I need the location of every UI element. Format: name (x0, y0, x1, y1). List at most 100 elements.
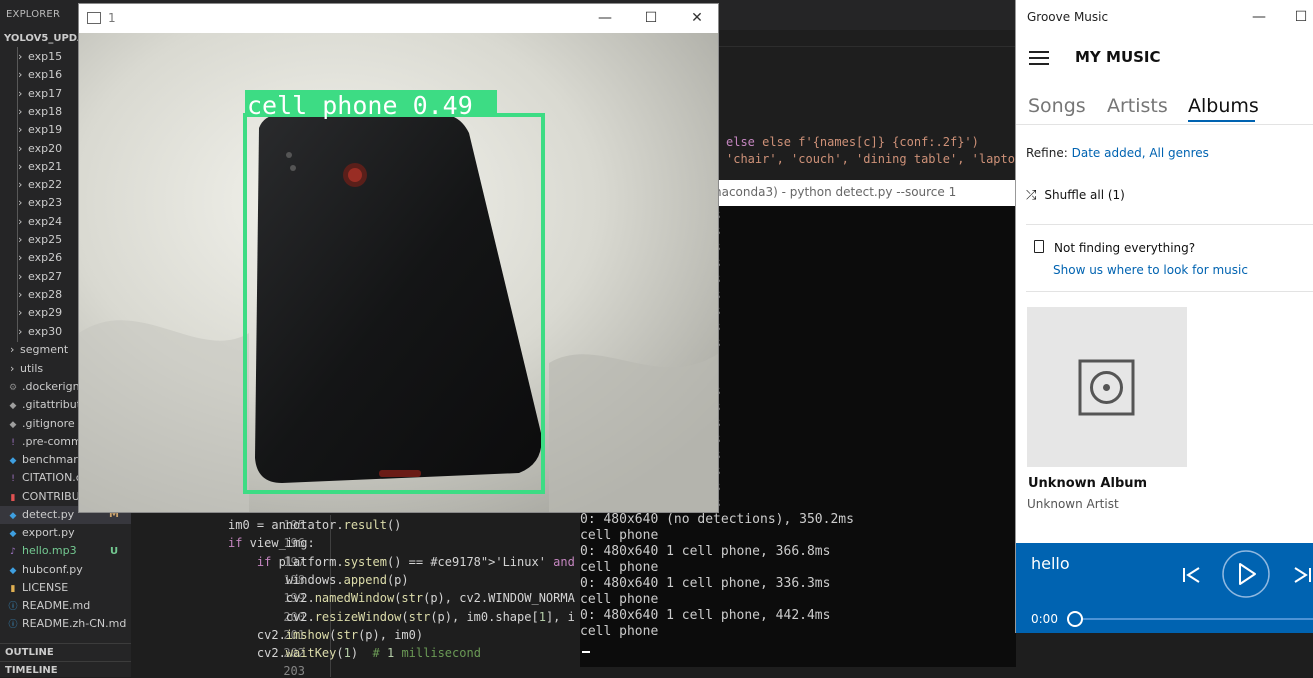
folder-item[interactable]: › exp29 (18, 304, 62, 322)
section-divider (1026, 224, 1313, 225)
file-label: README.md (22, 599, 91, 612)
file-label: README.zh-CN.md (22, 617, 127, 631)
file-item[interactable]: ▮ CONTRIBUT (8, 488, 87, 506)
file-item[interactable]: ⓘ README.md (8, 597, 90, 615)
folder-item[interactable]: › exp19 (18, 121, 62, 139)
page-title: MY MUSIC (1075, 48, 1161, 66)
file-label: .gitignore (22, 416, 75, 430)
folder-label: exp16 (28, 68, 63, 82)
file-item[interactable]: ♪ hello.mp3 (8, 542, 76, 560)
chevron-right-icon: › (18, 233, 23, 246)
chevron-right-icon: › (18, 86, 23, 100)
folder-item[interactable]: › exp20 (18, 140, 62, 158)
chevron-right-icon: › (18, 269, 23, 283)
tab-artists[interactable]: Artists (1107, 95, 1168, 117)
now-playing-title[interactable]: hello (1031, 554, 1070, 573)
folder-item[interactable]: › exp24 (18, 213, 62, 231)
window-title: 1 (108, 11, 116, 25)
folder-item[interactable]: › exp18 (18, 103, 62, 121)
info-icon: ! (11, 474, 15, 485)
opencv-image-window[interactable]: 1 — ☐ ✕ cell phone 0.49 (78, 3, 719, 513)
chevron-right-icon: › (18, 68, 23, 82)
shuffle-all-button[interactable]: ⤮ Shuffle all (1) (1026, 188, 1125, 203)
code-line: im0 = annotator.result() (228, 518, 402, 532)
album-name[interactable]: Unknown Album (1028, 476, 1147, 491)
folder-item[interactable]: › exp26 (18, 249, 62, 267)
folder-item[interactable]: › exp16 (18, 66, 62, 84)
album-tile[interactable] (1027, 307, 1187, 467)
file-item[interactable]: ! .pre-commit (8, 433, 89, 451)
license-icon: ▮ (10, 583, 16, 594)
hamburger-menu-icon[interactable] (1029, 51, 1049, 65)
previous-track-icon[interactable] (1180, 564, 1202, 586)
file-item[interactable]: ◆ hubconf.py (8, 561, 83, 579)
folder-segment[interactable]: › segment (10, 341, 68, 359)
window-titlebar[interactable]: 1 — ☐ ✕ (79, 4, 718, 33)
camera-lens (286, 152, 292, 158)
gear-icon: ⚙ (8, 383, 18, 393)
folder-item[interactable]: › exp17 (18, 85, 62, 103)
folder-item[interactable]: › exp28 (18, 286, 62, 304)
folder-item[interactable]: › exp27 (18, 268, 62, 286)
close-button[interactable]: ✕ (674, 4, 718, 33)
folder-label: exp28 (28, 287, 63, 301)
terminal-line: cell phone (580, 624, 659, 639)
camera-frame: cell phone 0.49 (79, 33, 718, 512)
minimize-button[interactable]: — (1236, 0, 1282, 34)
file-item[interactable]: ◆ export.py (8, 524, 75, 542)
album-artist[interactable]: Unknown Artist (1027, 497, 1119, 511)
camera-lens (290, 165, 296, 171)
folder-utils[interactable]: › utils (10, 360, 43, 378)
file-item[interactable]: ⓘ README.zh-CN.md (8, 615, 126, 633)
folder-item[interactable]: › exp30 (18, 323, 62, 341)
maximize-button[interactable]: ☐ (628, 4, 674, 33)
file-item[interactable]: ! CITATION.c (8, 469, 82, 487)
folder-item[interactable]: › exp25 (18, 231, 62, 249)
play-button[interactable] (1221, 549, 1271, 599)
chevron-right-icon: › (18, 287, 23, 301)
outline-section[interactable]: OUTLINE (0, 643, 131, 661)
chevron-right-icon: › (18, 50, 23, 63)
python-icon: ◆ (9, 456, 17, 466)
config-icon: ! (11, 437, 15, 448)
now-playing-bar: hello 0:00 (1016, 543, 1313, 633)
timeline-section[interactable]: TIMELINE (0, 661, 131, 677)
seek-thumb[interactable] (1067, 611, 1083, 627)
charging-port (379, 470, 421, 477)
refine-filter: Refine: Date added, All genres (1026, 146, 1209, 160)
code-line-fragment: else else f'{names[c]} {conf:.2f}') (726, 135, 979, 149)
chevron-right-icon: › (18, 104, 23, 118)
next-track-icon[interactable] (1292, 564, 1313, 586)
album-placeholder-icon (1078, 359, 1135, 416)
window-app-icon (87, 12, 101, 24)
terminal-line: cell phone (580, 592, 659, 607)
maximize-button[interactable]: ☐ (1278, 0, 1313, 34)
chevron-right-icon: › (18, 214, 23, 228)
folder-label: exp29 (28, 306, 63, 320)
code-line: cv2.waitKey(1) # 1 millisecond (228, 646, 481, 661)
folder-item[interactable]: › exp23 (18, 194, 62, 212)
chevron-right-icon: › (18, 123, 23, 137)
folder-item[interactable]: › exp15 (18, 48, 62, 66)
code-line: cv2.imshow(str(p), im0) (228, 627, 424, 642)
code-line: cv2.resizeWindow(str(p), im0.shape[1], i (228, 609, 575, 624)
minimize-button[interactable]: — (582, 4, 628, 33)
not-finding-notice: Not finding everything? (1034, 240, 1195, 255)
tab-albums[interactable]: Albums (1188, 95, 1259, 117)
python-icon: ◆ (9, 565, 17, 576)
file-item[interactable]: ▮ LICENSE (8, 579, 69, 597)
audio-icon: ♪ (10, 547, 16, 558)
groove-music-window[interactable]: Groove Music — ☐ MY MUSIC Songs Artists … (1015, 0, 1313, 633)
folder-item[interactable]: › exp22 (18, 176, 62, 194)
python-icon: ◆ (9, 529, 17, 539)
seek-bar[interactable] (1074, 618, 1313, 620)
file-label: LICENSE (22, 580, 69, 594)
tab-songs[interactable]: Songs (1028, 95, 1086, 117)
chevron-right-icon: › (18, 324, 23, 338)
refine-dropdown-link[interactable]: Date added, All genres (1072, 146, 1209, 160)
folder-item[interactable]: › exp21 (18, 158, 62, 176)
terminal-line: 0: 480x640 1 cell phone, 336.3ms (580, 576, 831, 591)
file-item[interactable]: ◆ .gitignore (8, 415, 75, 433)
folder-label: exp22 (28, 178, 63, 192)
show-music-folders-link[interactable]: Show us where to look for music (1053, 263, 1248, 277)
